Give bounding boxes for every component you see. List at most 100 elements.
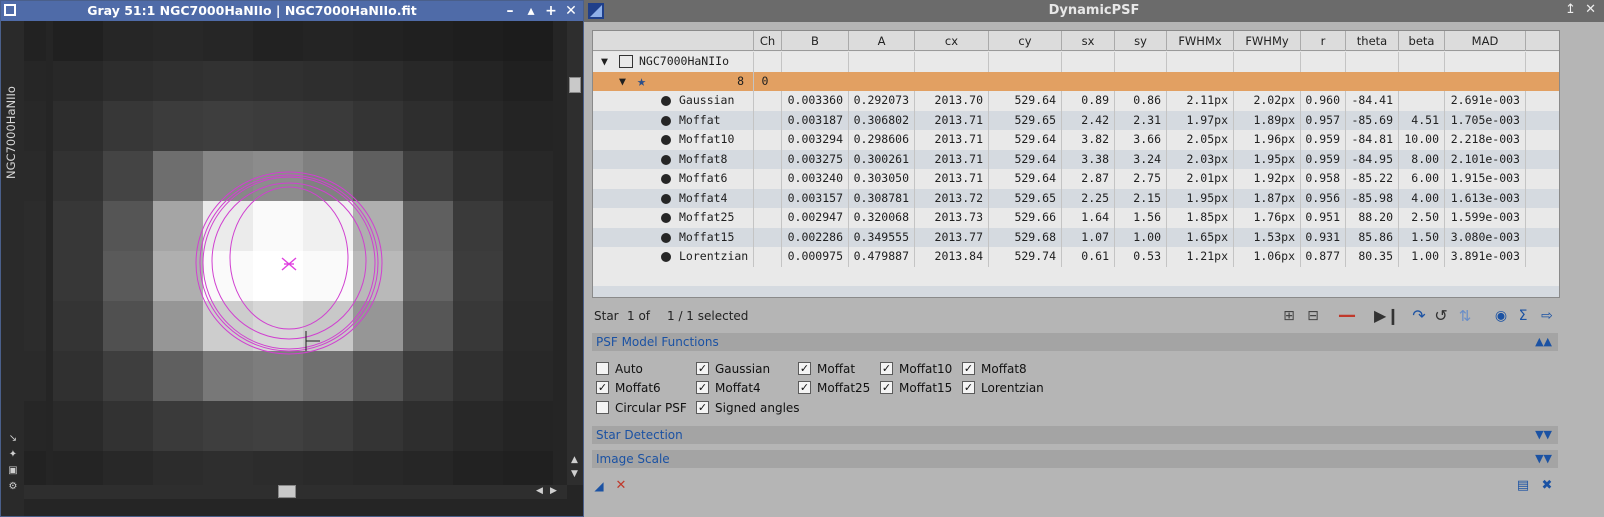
column-header[interactable]: B xyxy=(781,31,848,51)
horizontal-scrollbar[interactable]: ◀ ▶ xyxy=(24,485,567,499)
expand-all-icon[interactable]: ⊞ xyxy=(1280,307,1298,325)
checkbox-circular-psf[interactable]: Circular PSF xyxy=(596,400,687,416)
shade-icon[interactable]: ↥ xyxy=(1565,2,1576,17)
checkbox-moffat6[interactable]: ✓ Moffat6 xyxy=(596,380,661,396)
dynamicpsf-titlebar[interactable]: DynamicPSF ↥ ✕ xyxy=(584,0,1604,22)
expand-chevron-icon[interactable]: ▼▼ xyxy=(1535,426,1552,444)
checkbox-box[interactable]: ✓ xyxy=(798,362,811,375)
psf-model-row[interactable]: Moffat8 0.003275 0.300261 2013.71 529.64 3.38… xyxy=(593,149,1559,169)
fit-icon[interactable]: ↘ xyxy=(6,433,20,445)
image-window-titlebar[interactable]: Gray 51:1 NGC7000HaNIIo | NGC7000HaNIIo.… xyxy=(1,1,583,21)
checkbox-box[interactable]: ✓ xyxy=(798,381,811,394)
camera-icon[interactable]: ◉ xyxy=(1492,307,1510,325)
recalculate-icon[interactable]: ↷ xyxy=(1410,307,1428,325)
image-scale-section[interactable]: Image Scale ▼▼ xyxy=(592,450,1558,468)
grid-line xyxy=(1525,149,1526,169)
star-row[interactable]: ▼ ★ 8 0 xyxy=(593,71,1559,91)
checkbox-moffat4[interactable]: ✓ Moffat4 xyxy=(696,380,761,396)
expand-chevron-icon[interactable]: ▼▼ xyxy=(1535,450,1552,468)
grid-line xyxy=(1300,52,1301,72)
checkbox-box[interactable]: ✓ xyxy=(880,381,893,394)
checkbox-moffat10[interactable]: ✓ Moffat10 xyxy=(880,361,952,377)
psf-model-row[interactable]: Moffat 0.003187 0.306802 2013.71 529.65 2.42 2… xyxy=(593,110,1559,130)
minimize-button[interactable]: – xyxy=(501,1,519,21)
checkbox-moffat8[interactable]: ✓ Moffat8 xyxy=(962,361,1027,377)
sort-icon[interactable]: ⇅ xyxy=(1456,307,1474,325)
preferences-icon[interactable]: ✖ xyxy=(1538,477,1556,495)
tree-image-row[interactable]: ▼ NGC7000HaNIIo xyxy=(593,52,1559,72)
checkbox-gaussian[interactable]: ✓ Gaussian xyxy=(696,361,770,377)
new-instance-icon[interactable]: ◢ xyxy=(590,477,608,495)
column-header[interactable] xyxy=(593,31,753,51)
checkbox-box[interactable] xyxy=(596,362,609,375)
psf-ellipse xyxy=(199,174,379,352)
column-header[interactable]: FWHMx xyxy=(1166,31,1233,51)
scroll-down-icon[interactable]: ▼ xyxy=(571,469,578,479)
vertical-scroll-thumb[interactable] xyxy=(569,77,581,93)
maximize-button[interactable]: + xyxy=(542,1,560,21)
collapse-all-icon[interactable]: ⊟ xyxy=(1304,307,1322,325)
psf-model-row[interactable]: Moffat15 0.002286 0.349555 2013.77 529.68 1.0… xyxy=(593,227,1559,247)
column-header[interactable]: beta xyxy=(1398,31,1444,51)
column-header[interactable]: sx xyxy=(1061,31,1114,51)
checkbox-moffat25[interactable]: ✓ Moffat25 xyxy=(798,380,870,396)
checkbox-box[interactable]: ✓ xyxy=(880,362,893,375)
checkbox-moffat[interactable]: ✓ Moffat xyxy=(798,361,855,377)
settings-icon[interactable]: ⚙ xyxy=(6,481,20,493)
psf-model-row[interactable]: Lorentzian 0.000975 0.479887 2013.84 529.74 0… xyxy=(593,247,1559,267)
image-canvas[interactable] xyxy=(24,21,567,485)
scroll-left-icon[interactable]: ◀ xyxy=(536,486,543,496)
checkbox-moffat15[interactable]: ✓ Moffat15 xyxy=(880,380,952,396)
psf-model-row[interactable]: Moffat10 0.003294 0.298606 2013.71 529.64 3.8… xyxy=(593,130,1559,150)
checkbox-box[interactable]: ✓ xyxy=(596,381,609,394)
checkbox-box[interactable]: ✓ xyxy=(696,381,709,394)
table-cell-a: 0.292073 xyxy=(848,91,914,111)
psf-model-row[interactable]: Moffat25 0.002947 0.320068 2013.73 529.66 1.6… xyxy=(593,208,1559,228)
column-header[interactable]: A xyxy=(848,31,914,51)
collapse-chevron-icon[interactable]: ▲▲ xyxy=(1535,333,1552,351)
scroll-right-icon[interactable]: ▶ xyxy=(550,486,557,496)
checkbox-box[interactable]: ✓ xyxy=(696,362,709,375)
checkbox-box[interactable]: ✓ xyxy=(696,401,709,414)
reset-icon[interactable]: ↺ xyxy=(1432,307,1450,325)
column-header[interactable]: FWHMy xyxy=(1233,31,1300,51)
zoom-icon[interactable]: ✦ xyxy=(6,449,20,461)
column-header[interactable]: Ch xyxy=(753,31,781,51)
checkbox-auto[interactable]: Auto xyxy=(596,361,643,377)
checkbox-box[interactable]: ✓ xyxy=(962,381,975,394)
psf-model-row[interactable]: Gaussian 0.003360 0.292073 2013.70 529.64 0.8… xyxy=(593,91,1559,111)
scroll-up-icon[interactable]: ▲ xyxy=(571,455,578,465)
vertical-scrollbar[interactable]: ▲ ▼ xyxy=(567,21,583,485)
column-header[interactable]: cx xyxy=(914,31,988,51)
checkbox-lorentzian[interactable]: ✓ Lorentzian xyxy=(962,380,1044,396)
documentation-icon[interactable]: ▤ xyxy=(1514,477,1532,495)
psf-ellipse xyxy=(211,182,367,340)
checkbox-box[interactable]: ✓ xyxy=(962,362,975,375)
reset-process-icon[interactable]: ✕ xyxy=(612,477,630,495)
column-header[interactable]: cy xyxy=(988,31,1061,51)
close-button[interactable]: ✕ xyxy=(562,1,580,21)
column-header[interactable]: theta xyxy=(1345,31,1398,51)
checkbox-signed-angles[interactable]: ✓ Signed angles xyxy=(696,400,800,416)
column-header[interactable]: sy xyxy=(1114,31,1166,51)
psf-table[interactable]: Ch B Acx cy sx sy FWHMx FWHMy r theta beta MAD ▼ NGC… xyxy=(592,30,1560,298)
star-detection-section[interactable]: Star Detection ▼▼ xyxy=(592,426,1558,444)
table-cell-cy: 529.64 xyxy=(988,130,1061,150)
grid-line xyxy=(1525,208,1526,228)
psf-model-row[interactable]: Moffat4 0.003157 0.308781 2013.72 529.65 2.25… xyxy=(593,188,1559,208)
horizontal-scroll-thumb[interactable] xyxy=(278,485,296,498)
sum-icon[interactable]: Σ xyxy=(1514,307,1532,325)
next-star-icon[interactable]: ▶❙ xyxy=(1374,307,1400,325)
image-label: NGC7000HaNIIo xyxy=(639,54,730,68)
shade-button[interactable]: ▴ xyxy=(522,1,540,21)
psf-model-row[interactable]: Moffat6 0.003240 0.303050 2013.71 529.64 2.87… xyxy=(593,169,1559,189)
export-icon[interactable]: ⇨ xyxy=(1538,307,1556,325)
view-id-tab[interactable]: NGC7000HaNIIo ↘ ✦ ▣ ⚙ xyxy=(1,21,24,516)
delete-icon[interactable]: — xyxy=(1338,307,1356,325)
psf-model-functions-section[interactable]: PSF Model Functions ▲▲ xyxy=(592,333,1558,351)
checkbox-box[interactable] xyxy=(596,401,609,414)
column-header[interactable]: r xyxy=(1300,31,1345,51)
column-header[interactable]: MAD xyxy=(1444,31,1525,51)
clone-icon[interactable]: ▣ xyxy=(6,465,20,477)
close-icon[interactable]: ✕ xyxy=(1585,2,1596,17)
